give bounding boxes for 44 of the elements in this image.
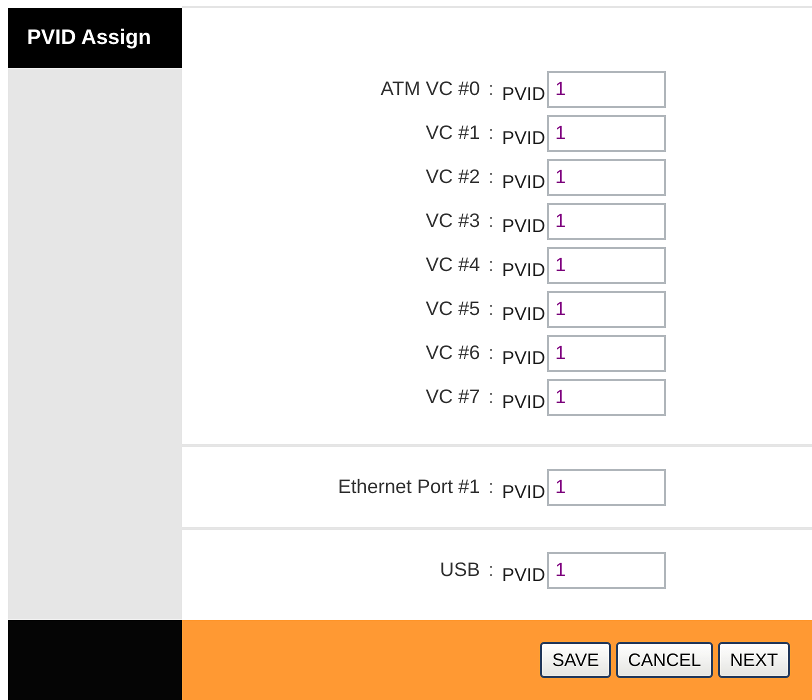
unit-label: PVID (502, 563, 546, 587)
colon-separator: : (487, 342, 495, 366)
field-label: VC #1 (424, 121, 480, 146)
action-button[interactable]: NEXT (718, 642, 790, 678)
field-label: USB (438, 558, 480, 583)
action-button[interactable]: CANCEL (616, 642, 713, 678)
colon-separator: : (487, 298, 495, 322)
colon-separator: : (487, 559, 495, 583)
field-label: VC #3 (424, 209, 480, 234)
unit-label: PVID (502, 82, 546, 106)
pvid-input-field[interactable]: 1 (547, 379, 666, 416)
pvid-input-field[interactable]: 1 (547, 247, 666, 284)
unit-label: PVID (502, 346, 546, 370)
unit-label: PVID (502, 390, 546, 414)
pvid-input-field[interactable]: 1 (547, 159, 666, 196)
field-label: Ethernet Port #1 (336, 475, 480, 500)
field-label: VC #7 (424, 385, 480, 410)
pvid-input-field[interactable]: 1 (547, 71, 666, 108)
pvid-input-field[interactable]: 1 (547, 552, 666, 589)
colon-separator: : (487, 210, 495, 234)
pvid-input-field[interactable]: 1 (547, 335, 666, 372)
pvid-input-field[interactable]: 1 (547, 291, 666, 328)
pvid-input-field[interactable]: 1 (547, 469, 666, 506)
colon-separator: : (487, 122, 495, 146)
field-label: VC #4 (424, 253, 480, 278)
pvid-input-field[interactable]: 1 (547, 203, 666, 240)
unit-label: PVID (502, 480, 546, 504)
colon-separator: : (487, 476, 495, 500)
unit-label: PVID (502, 258, 546, 282)
field-label: VC #2 (424, 165, 480, 190)
field-label: VC #6 (424, 341, 480, 366)
colon-separator: : (487, 78, 495, 102)
unit-label: PVID (502, 126, 546, 150)
colon-separator: : (487, 386, 495, 410)
colon-separator: : (487, 166, 495, 190)
pvid-input-field[interactable]: 1 (547, 115, 666, 152)
field-label: VC #5 (424, 297, 480, 322)
unit-label: PVID (502, 170, 546, 194)
action-button[interactable]: SAVE (540, 642, 611, 678)
colon-separator: : (487, 254, 495, 278)
section-title: PVID Assign (8, 6, 182, 68)
field-label: ATM VC #0 (380, 77, 480, 102)
unit-label: PVID (502, 214, 546, 238)
unit-label: PVID (502, 302, 546, 326)
